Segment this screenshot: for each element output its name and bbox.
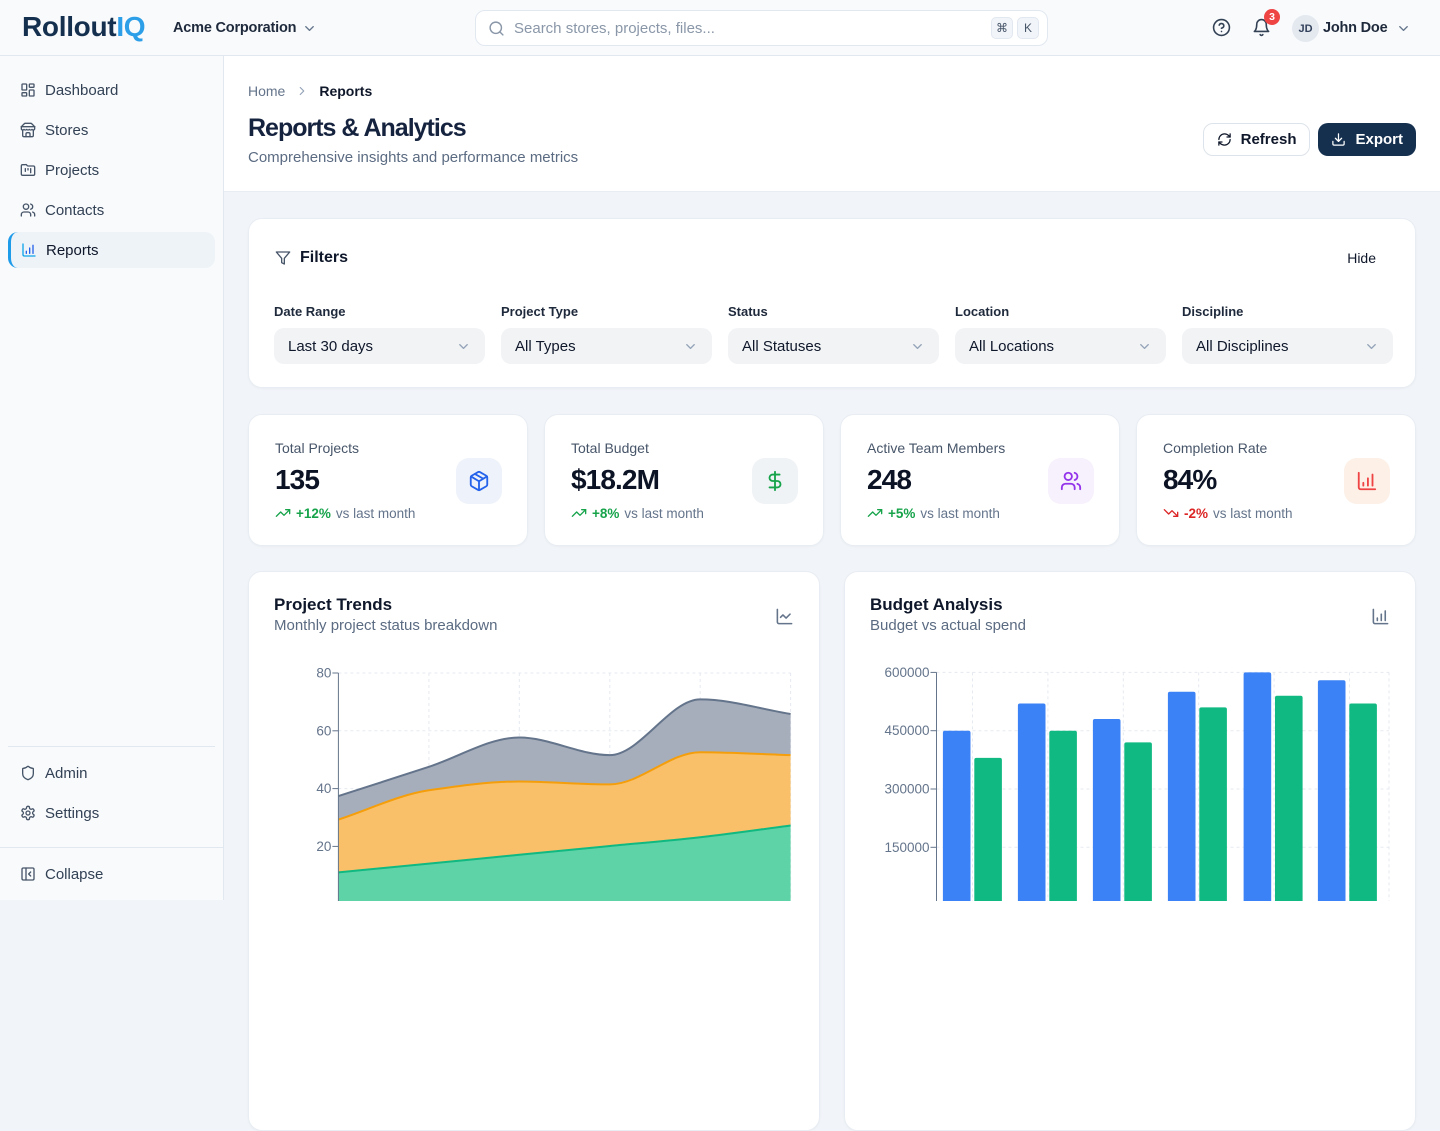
svg-text:300000: 300000 (884, 782, 929, 797)
svg-text:80: 80 (316, 666, 331, 681)
svg-text:20: 20 (316, 839, 331, 854)
svg-text:40: 40 (316, 781, 331, 796)
svg-text:450000: 450000 (884, 723, 929, 738)
svg-text:60: 60 (316, 723, 331, 738)
svg-text:600000: 600000 (884, 665, 929, 680)
svg-text:150000: 150000 (884, 840, 929, 855)
